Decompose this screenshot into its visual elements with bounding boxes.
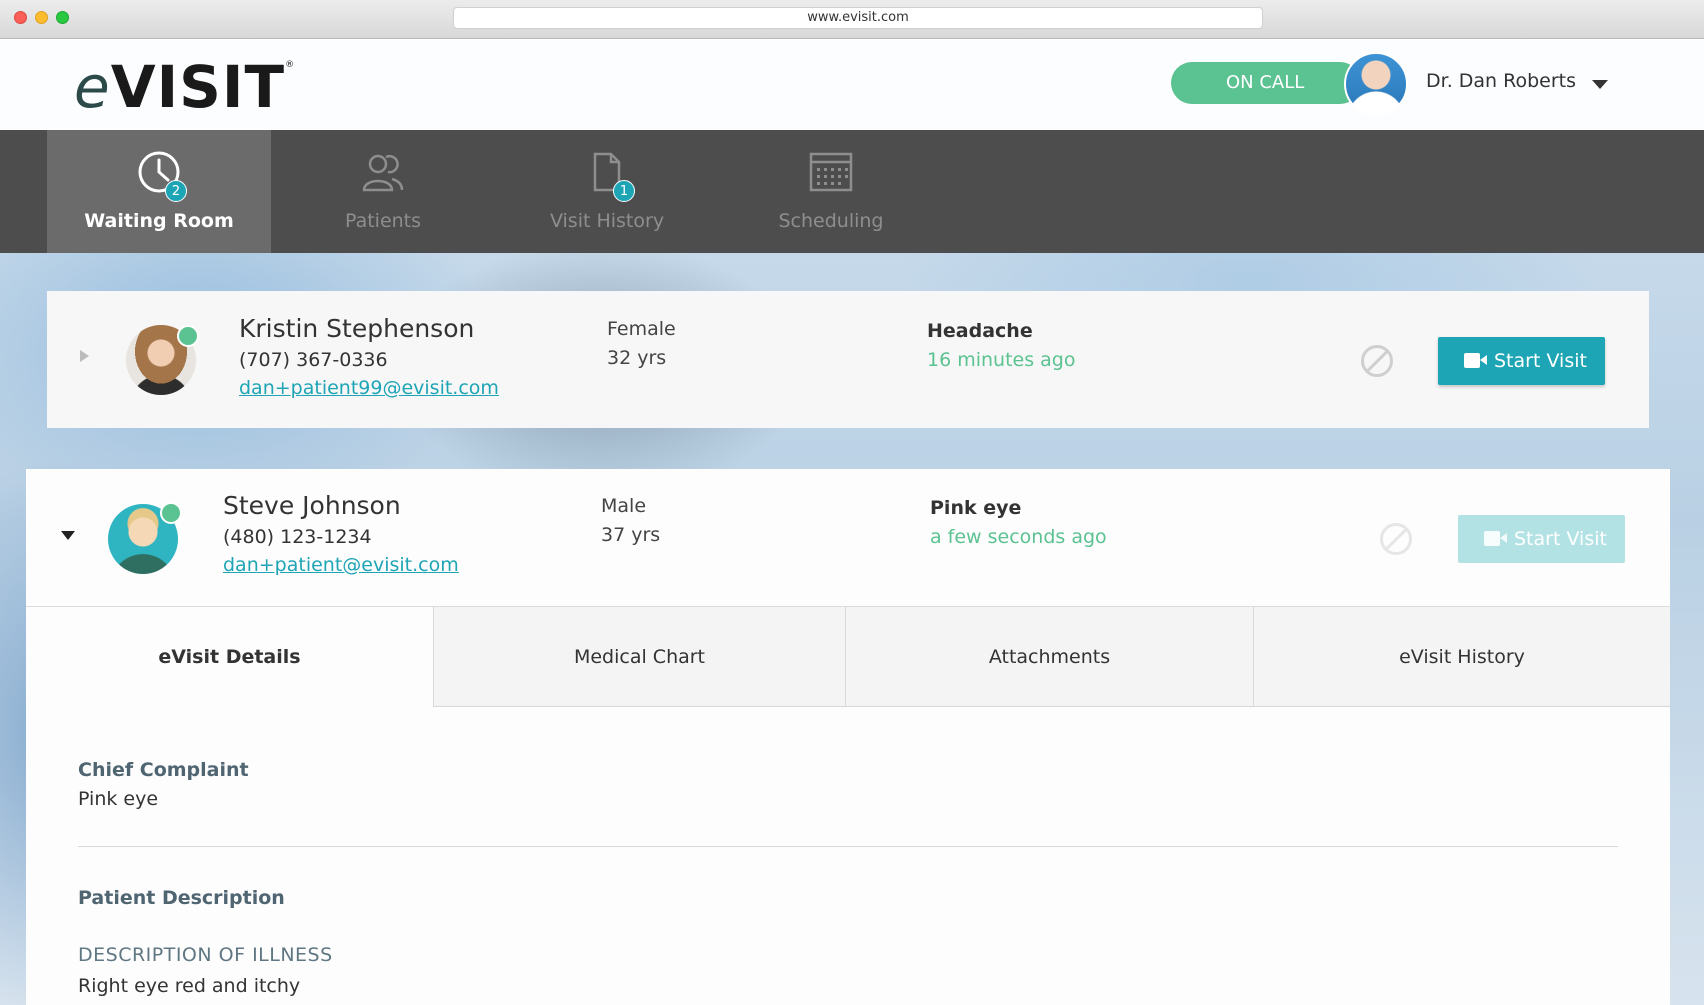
start-visit-label: Start Visit <box>1514 528 1607 550</box>
video-camera-icon <box>1484 531 1507 546</box>
patient-gender: Female <box>607 318 676 340</box>
doctor-name[interactable]: Dr. Dan Roberts <box>1426 70 1576 92</box>
nav-label: Patients <box>344 210 422 232</box>
nav-waiting-room[interactable]: 2 Waiting Room <box>47 130 271 253</box>
start-visit-label: Start Visit <box>1494 350 1587 372</box>
doctor-avatar[interactable] <box>1344 52 1408 116</box>
patient-phone: (707) 367-0336 <box>239 349 388 371</box>
tab-medical-chart[interactable]: Medical Chart <box>433 607 845 707</box>
patient-age: 37 yrs <box>601 524 661 546</box>
calendar-icon <box>809 152 853 192</box>
start-visit-button[interactable]: Start Visit <box>1458 515 1625 563</box>
patient-phone: (480) 123-1234 <box>223 526 372 548</box>
browser-chrome: www.evisit.com <box>0 0 1704 39</box>
address-bar[interactable]: www.evisit.com <box>453 7 1263 29</box>
patient-name: Kristin Stephenson <box>239 314 475 343</box>
patient-description-heading: Patient Description <box>78 887 285 909</box>
decline-icon[interactable] <box>1361 345 1393 377</box>
tab-evisit-details[interactable]: eVisit Details <box>26 607 433 707</box>
collapse-arrow-icon[interactable] <box>61 531 75 540</box>
nav-patients[interactable]: Patients <box>271 130 495 253</box>
detail-tabs: eVisit Details Medical Chart Attachments… <box>26 606 1670 707</box>
maximize-window-icon[interactable] <box>56 11 69 24</box>
minimize-window-icon[interactable] <box>35 11 48 24</box>
patient-card-expanded[interactable]: Steve Johnson (480) 123-1234 dan+patient… <box>26 469 1670 1005</box>
patient-gender: Male <box>601 495 647 517</box>
on-call-toggle[interactable]: ON CALL <box>1171 62 1361 104</box>
close-window-icon[interactable] <box>14 11 27 24</box>
patient-name: Steve Johnson <box>223 491 401 520</box>
decline-icon[interactable] <box>1380 523 1412 555</box>
evisit-logo[interactable]: eVISIT® <box>74 53 295 121</box>
chief-complaint-value: Pink eye <box>78 788 159 810</box>
start-visit-button[interactable]: Start Visit <box>1438 337 1605 385</box>
wait-time: a few seconds ago <box>930 526 1107 548</box>
nav-label: Waiting Room <box>84 210 234 232</box>
video-camera-icon <box>1464 353 1487 368</box>
waiting-count-badge: 2 <box>165 180 187 202</box>
nav-scheduling[interactable]: Scheduling <box>719 130 943 253</box>
nav-label: Scheduling <box>778 210 884 232</box>
main-nav: 2 Waiting Room Patients 1 Visit History … <box>0 130 1704 253</box>
patient-email-link[interactable]: dan+patient@evisit.com <box>223 554 459 576</box>
nav-visit-history[interactable]: 1 Visit History <box>495 130 719 253</box>
online-status-icon <box>160 502 182 524</box>
tab-attachments[interactable]: Attachments <box>845 607 1253 707</box>
patients-icon <box>362 154 404 192</box>
chevron-down-icon[interactable] <box>1592 80 1608 89</box>
patient-age: 32 yrs <box>607 347 667 369</box>
patient-email-link[interactable]: dan+patient99@evisit.com <box>239 377 499 399</box>
patient-complaint: Headache <box>927 320 1033 342</box>
tab-evisit-history[interactable]: eVisit History <box>1253 607 1670 707</box>
patient-card[interactable]: Kristin Stephenson (707) 367-0336 dan+pa… <box>47 291 1649 428</box>
illness-description-heading: DESCRIPTION OF ILLNESS <box>78 944 333 966</box>
history-count-badge: 1 <box>613 180 635 202</box>
patient-complaint: Pink eye <box>930 497 1022 519</box>
illness-description-value: Right eye red and itchy <box>78 975 301 997</box>
expand-arrow-icon[interactable] <box>80 350 89 362</box>
chief-complaint-heading: Chief Complaint <box>78 759 249 781</box>
section-divider <box>78 846 1618 847</box>
wait-time: 16 minutes ago <box>927 349 1076 371</box>
online-status-icon <box>177 325 199 347</box>
nav-label: Visit History <box>549 210 665 232</box>
